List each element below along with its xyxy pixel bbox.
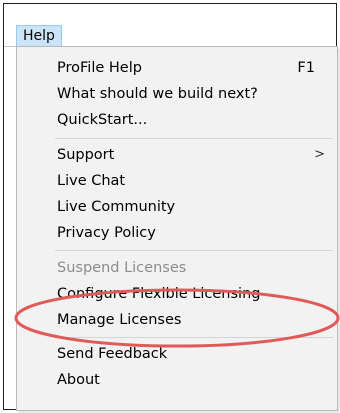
menu-item-configure-flexible-licensing[interactable]: Configure Flexible Licensing xyxy=(17,281,337,307)
menu-item-about[interactable]: About xyxy=(17,367,337,393)
menu-item-label: Live Community xyxy=(57,199,176,215)
menu-item-shortcut: F1 xyxy=(297,60,315,76)
menu-item-live-chat[interactable]: Live Chat xyxy=(17,168,337,194)
menu-item-suspend-licenses: Suspend Licenses xyxy=(17,255,337,281)
menu-item-label: Suspend Licenses xyxy=(57,260,187,276)
menu-item-privacy-policy[interactable]: Privacy Policy xyxy=(17,220,337,246)
menubar: Help xyxy=(4,4,336,47)
chevron-right-icon: > xyxy=(314,147,325,162)
menu-item-label: Live Chat xyxy=(57,173,126,189)
menu-separator xyxy=(55,250,333,251)
menu-item-send-feedback[interactable]: Send Feedback xyxy=(17,341,337,367)
menu-item-label: Privacy Policy xyxy=(57,225,156,241)
menu-item-support[interactable]: Support > xyxy=(17,142,337,168)
menu-item-label: What should we build next? xyxy=(57,86,258,102)
menu-item-label: Configure Flexible Licensing xyxy=(57,286,261,302)
menu-item-label: Send Feedback xyxy=(57,346,168,362)
menu-item-label: QuickStart... xyxy=(57,112,148,128)
menu-separator xyxy=(55,138,333,139)
menu-item-profile-help[interactable]: ProFile Help F1 xyxy=(17,55,337,81)
menu-item-label: ProFile Help xyxy=(57,60,142,76)
help-menu-dropdown: ProFile Help F1 What should we build nex… xyxy=(16,46,338,411)
menubar-divider xyxy=(4,46,16,47)
menu-item-label: Support xyxy=(57,147,115,163)
menu-item-manage-licenses[interactable]: Manage Licenses xyxy=(17,307,337,333)
menu-item-quickstart[interactable]: QuickStart... xyxy=(17,107,337,133)
menu-item-what-should-we-build-next[interactable]: What should we build next? xyxy=(17,81,337,107)
menu-item-live-community[interactable]: Live Community xyxy=(17,194,337,220)
menu-item-label: About xyxy=(57,372,100,388)
menu-separator xyxy=(55,337,333,338)
window-frame: Help ProFile Help F1 What should we buil… xyxy=(3,3,340,411)
menu-item-label: Manage Licenses xyxy=(57,312,182,328)
menubar-help[interactable]: Help xyxy=(16,25,62,47)
